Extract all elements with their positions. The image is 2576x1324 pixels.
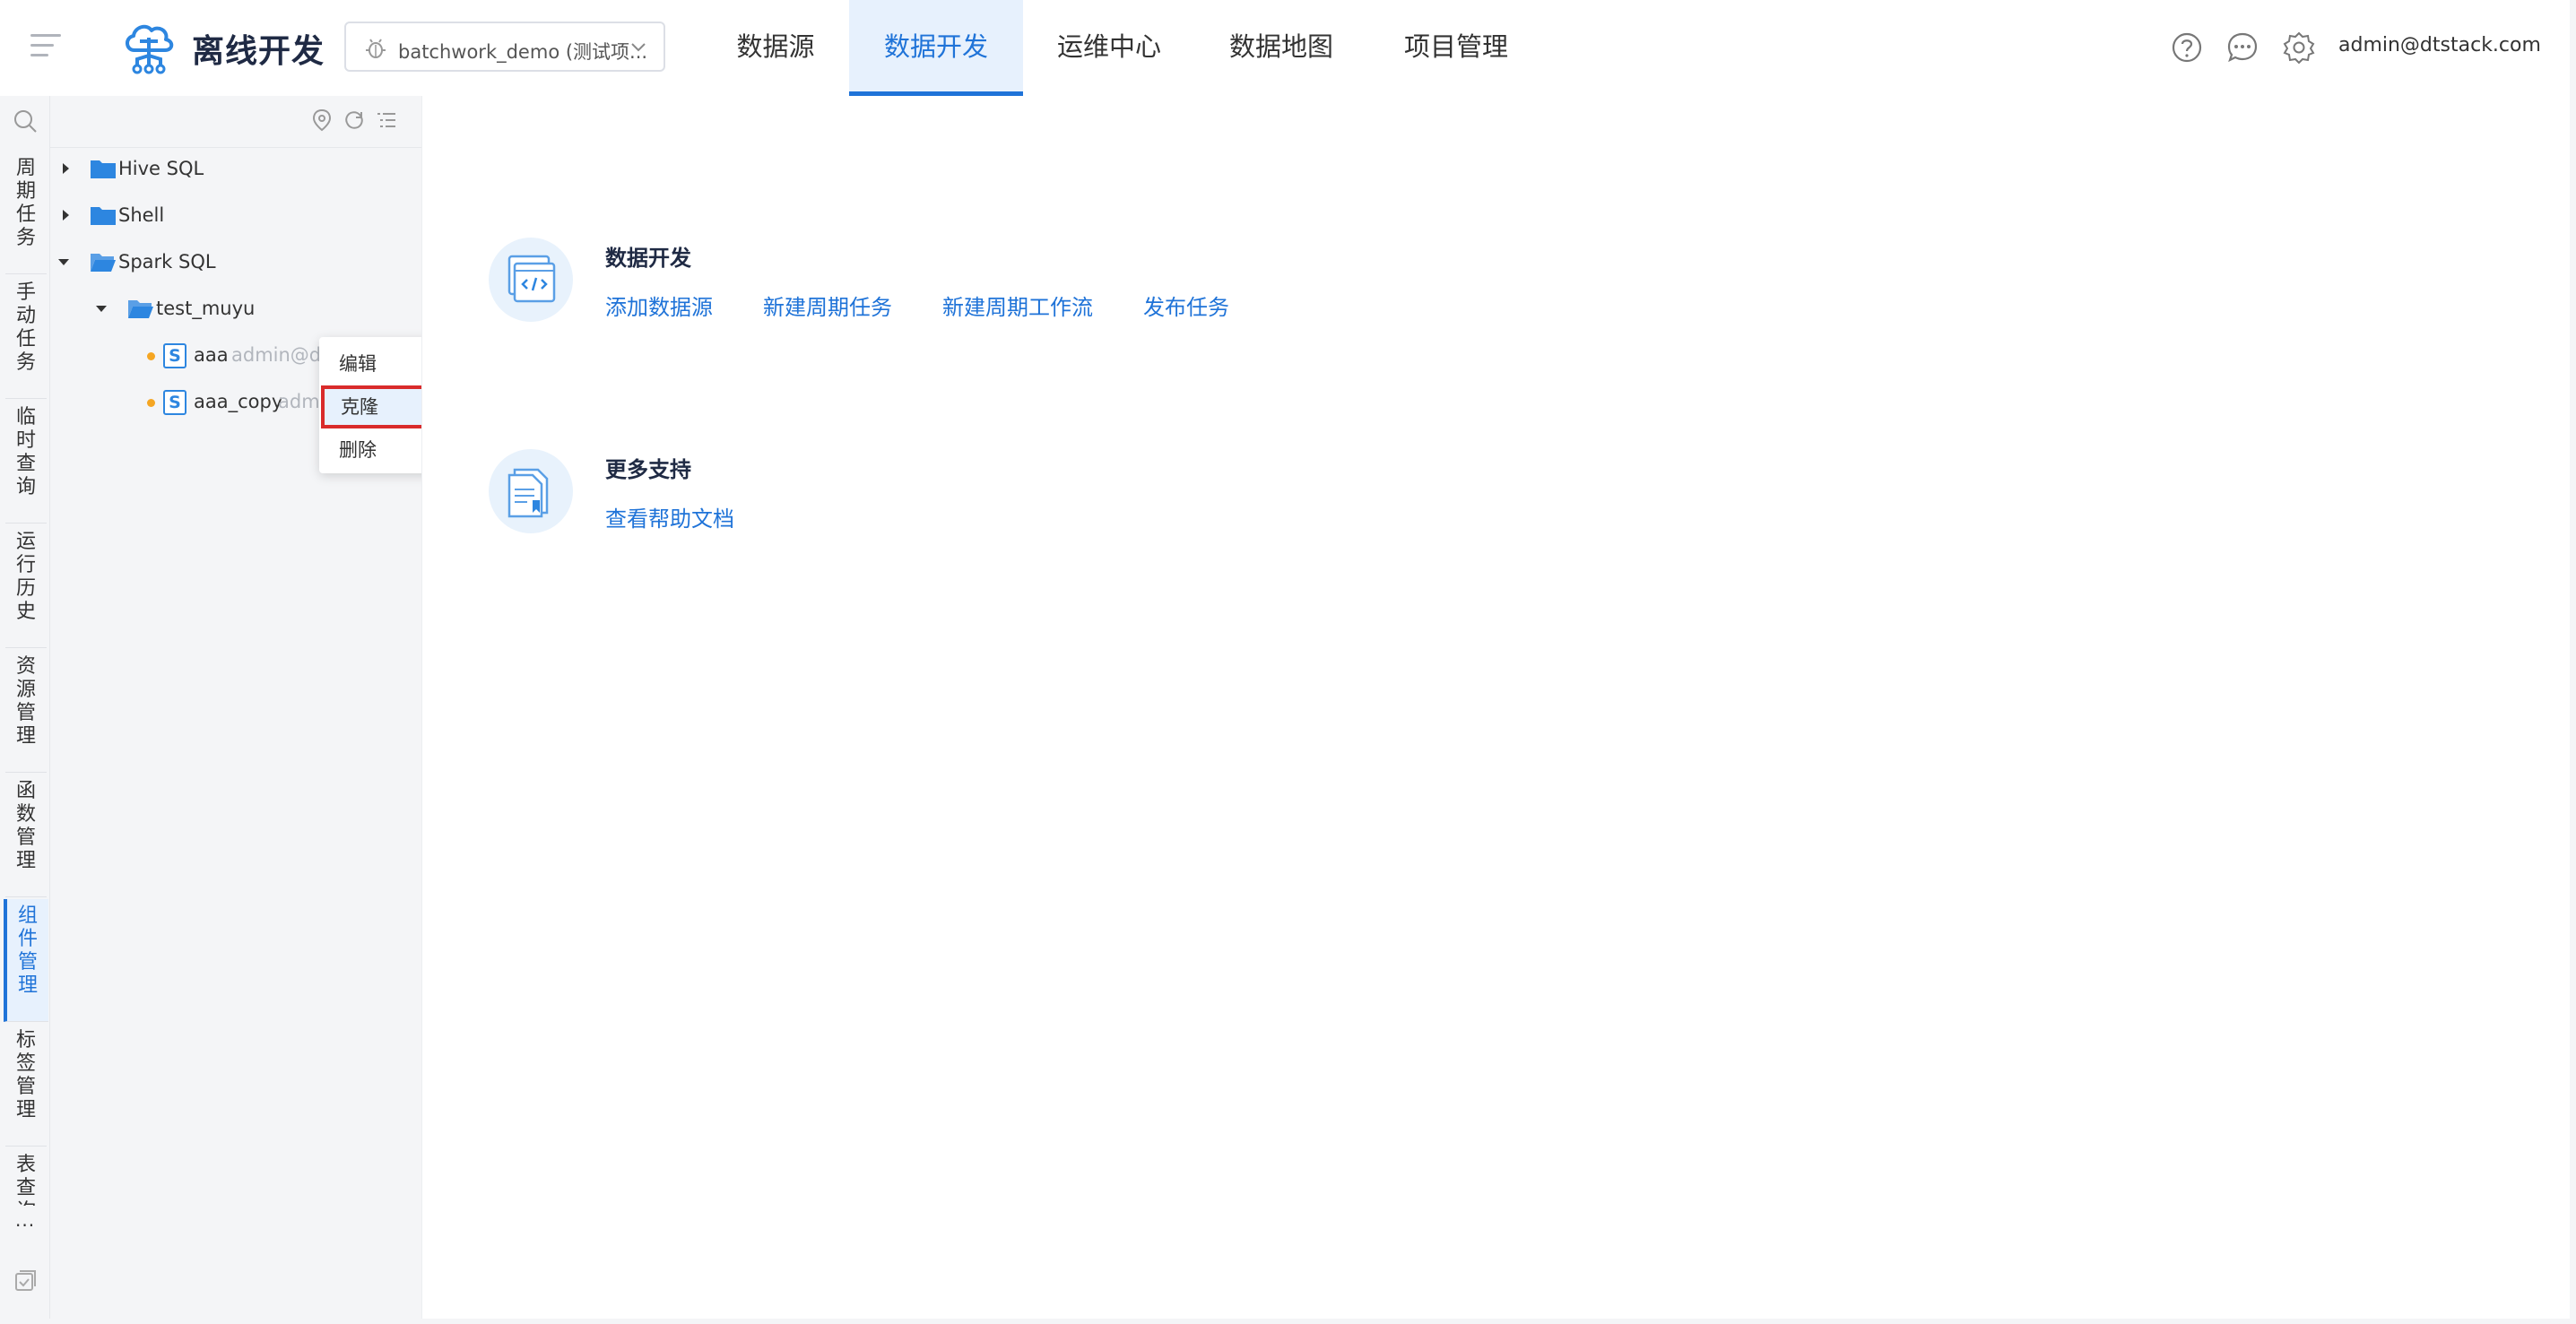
rail-item-periodic-tasks[interactable]: 周期任务 [5,151,47,274]
caret-down-icon[interactable] [95,302,108,315]
rail-item-resource-mgmt[interactable]: 资源管理 [5,650,47,773]
project-select-value: batchwork_demo (测试项... [398,41,648,63]
tree-folder-label: Spark SQL [118,251,216,273]
folder-icon [91,207,116,225]
window-frame-bottom [0,1319,2576,1324]
caret-right-icon[interactable] [59,162,72,175]
support-section-title: 更多支持 [605,457,691,482]
tree-file-label: aaa [194,344,229,366]
help-icon[interactable] [2170,30,2204,65]
tree-folder-hive-sql[interactable]: Hive SQL [50,151,421,187]
sql-file-badge: S [163,343,186,368]
bug-icon [366,39,386,58]
folder-icon [91,160,116,178]
nav-tab-project-mgmt[interactable]: 项目管理 [1388,0,1524,96]
menu-toggle-icon[interactable] [30,34,61,61]
nav-tab-data-map[interactable]: 数据地图 [1216,0,1347,96]
status-dot [147,352,155,360]
side-rail: 周期任务 手动任务 临时查询 运行历史 资源管理 函数管理 组件管理 标签管理 … [0,96,50,1324]
folder-open-icon [128,300,153,318]
tree-toolbar [50,96,421,148]
main-content: 数据开发 添加数据源 新建周期任务 新建周期工作流 发布任务 更多支持 查看帮助… [421,96,2576,1324]
status-dot [147,399,155,407]
rail-item-temp-query[interactable]: 临时查询 [5,401,47,524]
tree-folder-test-muyu[interactable]: test_muyu [50,291,421,327]
dev-section-title: 数据开发 [605,246,691,271]
add-datasource-link[interactable]: 添加数据源 [605,290,713,321]
document-icon [489,449,573,533]
sql-file-badge: S [163,390,186,415]
rail-item-table-query[interactable]: 表查询 [5,1148,47,1206]
settings-icon[interactable] [2282,30,2316,65]
rail-item-function-mgmt[interactable]: 函数管理 [5,774,47,897]
rail-item-component-mgmt[interactable]: 组件管理 [4,899,48,1022]
task-list-icon[interactable] [13,1268,38,1294]
rail-item-run-history[interactable]: 运行历史 [5,525,47,648]
new-periodic-workflow-link[interactable]: 新建周期工作流 [942,290,1093,321]
tree-folder-spark-sql[interactable]: Spark SQL [50,245,421,281]
refresh-icon[interactable] [343,108,366,132]
search-icon[interactable] [13,108,38,134]
nav-tab-ops-center[interactable]: 运维中心 [1040,0,1178,96]
locate-icon[interactable] [310,108,334,132]
tree-folder-label: Hive SQL [118,158,204,179]
cloud-logo-icon [126,24,174,74]
tree-folder-label: test_muyu [156,298,256,319]
top-header: 离线开发 batchwork_demo (测试项... 数据源 数据开发 运维中… [0,0,2576,96]
publish-task-link[interactable]: 发布任务 [1143,290,1229,321]
user-email[interactable]: admin@dtstack.com [2338,34,2541,56]
nav-tab-datasource[interactable]: 数据源 [719,0,832,96]
tree-folder-shell[interactable]: Shell [50,198,421,234]
chevron-down-icon [631,43,646,52]
new-periodic-task-link[interactable]: 新建周期任务 [763,290,892,321]
file-tree-panel: Hive SQL Shell Spark SQL test_muyu S aaa… [50,96,421,1324]
help-docs-link[interactable]: 查看帮助文档 [605,501,734,532]
tree-file-owner: adm [278,391,320,412]
rail-item-manual-tasks[interactable]: 手动任务 [5,276,47,399]
app-window: 离线开发 batchwork_demo (测试项... 数据源 数据开发 运维中… [0,0,2576,1324]
code-window-icon [489,238,573,322]
caret-right-icon[interactable] [59,209,72,221]
window-frame-right [2570,0,2576,1324]
tree-folder-label: Shell [118,204,165,226]
collapse-all-icon[interactable] [375,108,398,132]
rail-item-tag-mgmt[interactable]: 标签管理 [5,1024,47,1147]
tree-file-label: aaa_copy [194,391,283,412]
folder-open-icon [91,254,116,272]
nav-tab-data-dev[interactable]: 数据开发 [849,0,1023,96]
message-icon[interactable] [2225,30,2259,65]
caret-down-icon[interactable] [57,255,70,268]
project-select[interactable]: batchwork_demo (测试项... [344,22,665,72]
rail-more-button[interactable]: ··· [15,1215,35,1236]
app-title: 离线开发 [192,33,325,70]
